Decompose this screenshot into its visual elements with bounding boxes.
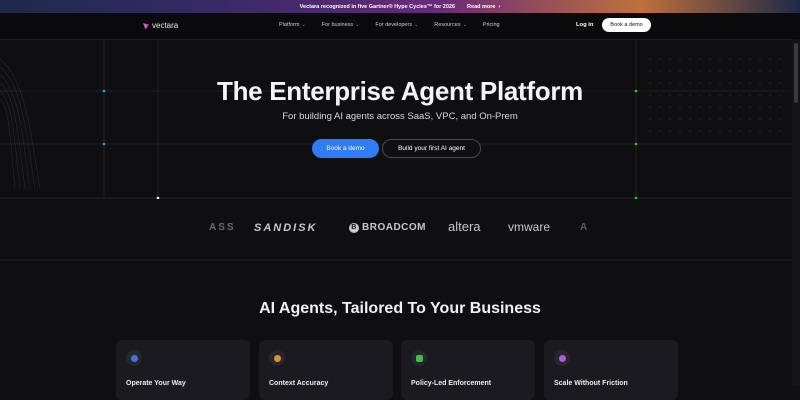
read-more-link[interactable]: Read more ›	[467, 4, 500, 10]
altera-logo: altera	[448, 219, 481, 234]
feature-card[interactable]: Scale Without Friction	[544, 340, 678, 400]
logo-partial-left: ASS	[209, 222, 236, 233]
cloud-icon	[126, 350, 142, 366]
vmware-logo: vmware	[508, 220, 551, 234]
hero-title: The Enterprise Agent Platform	[217, 76, 583, 106]
chevron-down-icon: ⌄	[355, 22, 360, 28]
nav-book-demo-button[interactable]: Book a demo	[602, 18, 651, 32]
broadcom-logo: B BROADCOM	[349, 222, 426, 233]
section-title: AI Agents, Tailored To Your Business	[259, 300, 541, 317]
chevron-down-icon: ⌄	[301, 22, 306, 28]
vectara-logo-mark-icon	[143, 21, 150, 29]
read-more-label: Read more	[467, 3, 496, 10]
feature-card[interactable]: Operate Your Way	[116, 340, 250, 400]
nav-item-pricing[interactable]: Pricing	[483, 22, 500, 28]
logo-partial-right: A	[580, 222, 588, 233]
arrow-right-icon: ›	[498, 3, 501, 10]
nav-item-label: For business	[321, 22, 354, 28]
login-link[interactable]: Log in	[576, 22, 593, 28]
logo-text: vectara	[152, 21, 179, 30]
nav-item-platform[interactable]: Platform ⌄	[279, 22, 306, 28]
announcement-bar: Vectara recognized in five Gartner® Hype…	[0, 0, 800, 13]
scrollbar-thumb[interactable]	[794, 43, 798, 103]
nav-item-for-developers[interactable]: For developers ⌄	[375, 22, 418, 28]
nav-item-label: Platform	[279, 22, 300, 28]
announcement-text: Vectara recognized in five Gartner® Hype…	[299, 3, 456, 10]
hero-subtitle: For building AI agents across SaaS, VPC,…	[282, 111, 518, 122]
nav-item-label: Resources	[434, 22, 461, 28]
vectara-logo[interactable]: vectara	[144, 21, 178, 30]
page-scrollbar[interactable]	[792, 39, 800, 386]
broadcom-mark-icon: B	[349, 222, 359, 233]
feature-card[interactable]: Context Accuracy	[259, 340, 393, 400]
sandisk-logo: SANDISK	[254, 222, 318, 234]
broadcom-text: BROADCOM	[362, 222, 426, 233]
target-icon	[269, 350, 285, 366]
nav-item-label: Pricing	[482, 22, 500, 28]
nav-item-label: For developers	[375, 22, 413, 28]
nav-item-for-business[interactable]: For business ⌄	[322, 22, 360, 28]
feature-card[interactable]: Policy-Led Enforcement	[401, 340, 535, 400]
shield-check-icon	[411, 350, 427, 366]
build-agent-button[interactable]: Build your first AI agent	[382, 139, 481, 158]
scale-icon	[554, 350, 570, 366]
top-nav: vectara Platform ⌄ For business ⌄ For de…	[0, 13, 800, 40]
chevron-down-icon: ⌄	[462, 22, 467, 28]
nav-item-resources[interactable]: Resources ⌄	[434, 22, 467, 28]
nav-menu: Platform ⌄ For business ⌄ For developers…	[279, 22, 516, 28]
chevron-down-icon: ⌄	[414, 22, 419, 28]
book-demo-button[interactable]: Book a demo	[312, 139, 379, 158]
